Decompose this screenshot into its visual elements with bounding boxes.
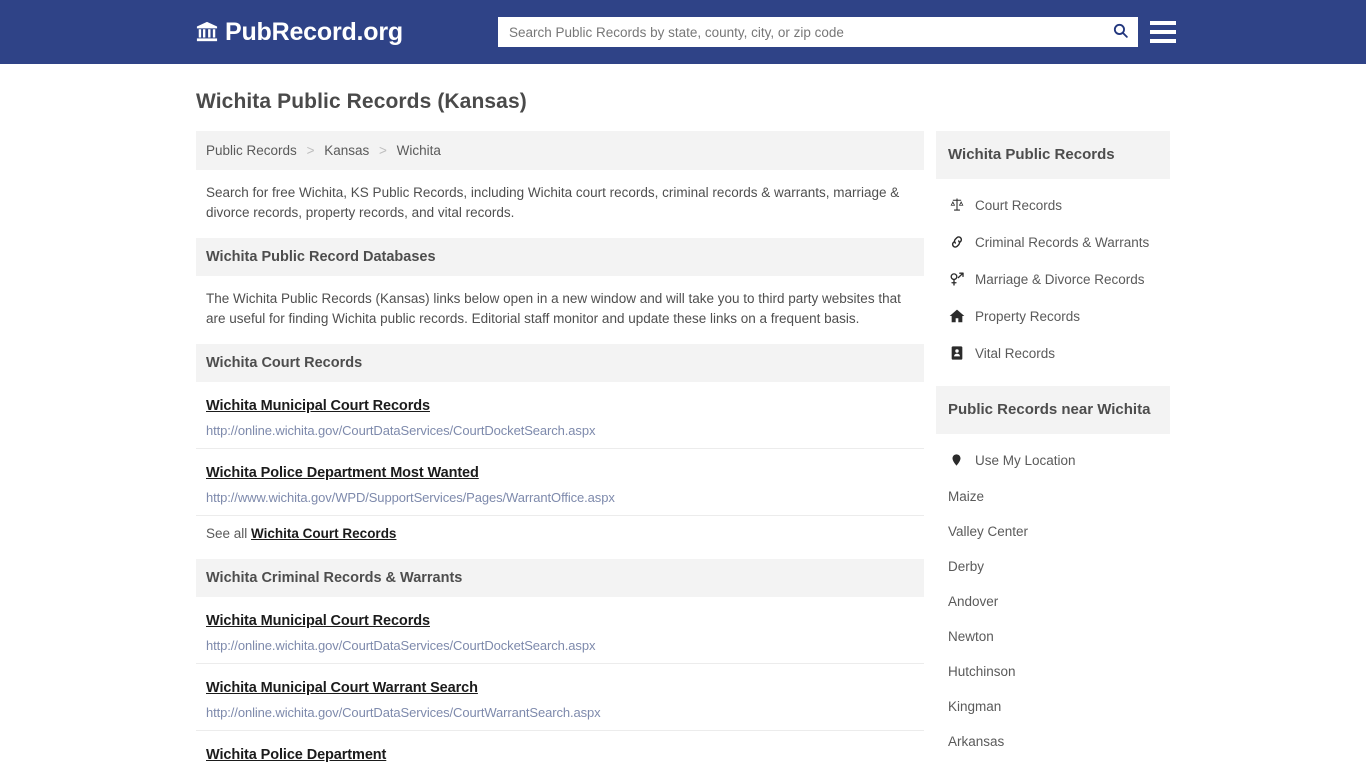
record-link-url: http://online.wichita.gov/CourtDataServi…: [206, 705, 601, 721]
sidebar: Wichita Public Records Court Records Cri…: [936, 131, 1170, 768]
sidebar-item-label: Property Records: [975, 308, 1081, 324]
search-input[interactable]: [499, 18, 1103, 46]
intro-paragraph: Search for free Wichita, KS Public Recor…: [206, 185, 900, 220]
record-link-url: http://online.wichita.gov/CourtDataServi…: [206, 423, 596, 439]
sidebar-item-label: Vital Records: [975, 345, 1056, 361]
use-my-location-button[interactable]: Use My Location: [936, 442, 1170, 479]
sidebar-nearby-list: Use My Location Maize Valley Center Derb…: [936, 434, 1170, 759]
content-columns: Public Records > Kansas > Wichita Search…: [196, 131, 1170, 768]
scales-balance-icon: [948, 197, 965, 214]
breadcrumb-separator: >: [379, 143, 387, 158]
search-icon: [1112, 22, 1129, 42]
databases-heading: Wichita Public Record Databases: [196, 238, 924, 277]
record-link-title[interactable]: Wichita Police Department: [206, 747, 386, 763]
hamburger-bar: [1150, 30, 1176, 34]
breadcrumb-item-wichita[interactable]: Wichita: [397, 143, 441, 158]
section-heading-criminal-records: Wichita Criminal Records & Warrants: [196, 559, 924, 598]
databases-paragraph: The Wichita Public Records (Kansas) link…: [206, 291, 901, 326]
top-navigation-bar: PubRecord.org: [0, 0, 1366, 64]
use-my-location-label: Use My Location: [975, 452, 1076, 468]
sidebar-item-vital-records[interactable]: Vital Records: [936, 335, 1170, 372]
breadcrumb-item-public-records[interactable]: Public Records: [206, 143, 297, 158]
site-logo[interactable]: PubRecord.org: [196, 18, 403, 47]
record-link-url: http://www.wichita.gov/WPD/SupportServic…: [206, 490, 615, 506]
record-link-item: Wichita Municipal Court Warrant Search h…: [196, 664, 924, 732]
record-link-url: http://online.wichita.gov/CourtDataServi…: [206, 638, 596, 654]
sidebar-item-label: Marriage & Divorce Records: [975, 271, 1145, 287]
see-all-row: See all Wichita Court Records: [196, 516, 924, 547]
address-card-icon: [948, 345, 965, 362]
record-link-item: Wichita Municipal Court Records http://o…: [196, 597, 924, 665]
sidebar-near-heading: Public Records near Wichita: [936, 385, 1170, 434]
sidebar-item-marriage-divorce[interactable]: Marriage & Divorce Records: [936, 261, 1170, 298]
nearby-city-newton[interactable]: Newton: [936, 619, 1170, 654]
sidebar-item-property-records[interactable]: Property Records: [936, 298, 1170, 335]
search-bar: [498, 17, 1138, 47]
hamburger-menu-icon[interactable]: [1150, 19, 1176, 45]
sidebar-records-heading: Wichita Public Records: [936, 131, 1170, 179]
record-link-title[interactable]: Wichita Municipal Court Records: [206, 398, 430, 414]
nearby-city-derby[interactable]: Derby: [936, 549, 1170, 584]
home-icon: [948, 308, 965, 325]
nearby-city-kingman[interactable]: Kingman: [936, 689, 1170, 724]
breadcrumb-item-kansas[interactable]: Kansas: [324, 143, 369, 158]
sidebar-item-label: Court Records: [975, 197, 1063, 213]
record-link-item: Wichita Municipal Court Records http://o…: [196, 382, 924, 450]
handcuffs-link-icon: [948, 234, 965, 251]
hamburger-bar: [1150, 39, 1176, 43]
record-link-title[interactable]: Wichita Municipal Court Records: [206, 613, 430, 629]
sidebar-item-criminal-records[interactable]: Criminal Records & Warrants: [936, 224, 1170, 261]
record-link-title[interactable]: Wichita Police Department Most Wanted: [206, 465, 479, 481]
section-heading-court-records: Wichita Court Records: [196, 344, 924, 383]
map-marker-icon: [948, 452, 965, 469]
hamburger-bar: [1150, 21, 1176, 25]
nearby-city-arkansas[interactable]: Arkansas: [936, 724, 1170, 759]
record-link-item: Wichita Police Department: [196, 731, 924, 768]
see-all-prefix: See all: [206, 526, 248, 542]
nearby-city-maize[interactable]: Maize: [936, 479, 1170, 514]
nearby-city-hutchinson[interactable]: Hutchinson: [936, 654, 1170, 689]
breadcrumb-separator: >: [306, 143, 315, 158]
record-link-title[interactable]: Wichita Municipal Court Warrant Search: [206, 680, 478, 696]
sidebar-item-label: Criminal Records & Warrants: [975, 234, 1150, 250]
page-container: Wichita Public Records (Kansas) Public R…: [0, 90, 1366, 768]
breadcrumb: Public Records > Kansas > Wichita: [196, 131, 924, 170]
sidebar-item-court-records[interactable]: Court Records: [936, 187, 1170, 224]
record-link-item: Wichita Police Department Most Wanted ht…: [196, 449, 924, 517]
sidebar-records-list: Court Records Criminal Records & Warrant…: [936, 179, 1170, 372]
page-title: Wichita Public Records (Kansas): [196, 90, 527, 113]
site-logo-text: PubRecord.org: [225, 17, 403, 46]
bank-icon: [196, 21, 218, 43]
main-content: Public Records > Kansas > Wichita Search…: [196, 131, 924, 768]
see-all-link[interactable]: Wichita Court Records: [251, 526, 396, 541]
nearby-city-valley-center[interactable]: Valley Center: [936, 514, 1170, 549]
nearby-city-andover[interactable]: Andover: [936, 584, 1170, 619]
venus-mars-icon: [948, 271, 965, 288]
search-button[interactable]: [1103, 18, 1137, 46]
